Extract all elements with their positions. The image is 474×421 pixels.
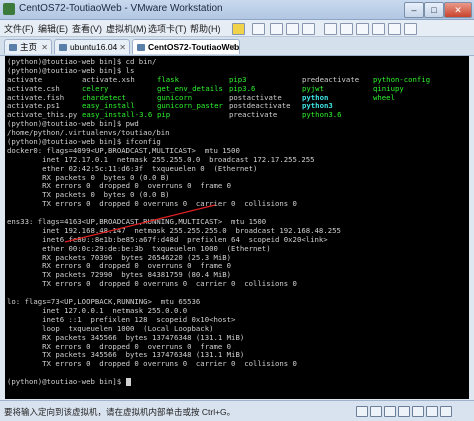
display-icon[interactable] xyxy=(440,406,452,417)
tab-label: CentOS72-ToutiaoWeb xyxy=(148,42,240,52)
tab-bar: 主页 ✕ ubuntu16.04 ✕ CentOS72-ToutiaoWeb ✕ xyxy=(0,37,474,56)
close-button[interactable]: ✕ xyxy=(444,2,472,18)
sound-icon[interactable] xyxy=(412,406,424,417)
cd-drive-icon[interactable] xyxy=(370,406,382,417)
terminal-line-text: inet6 fe80::8e1b:be85:a67f:d48d prefixle… xyxy=(7,234,328,244)
terminal-line-text: (python)@toutiao-web bin]$ ifconfig xyxy=(7,137,161,147)
menu-edit[interactable]: 编辑(E) xyxy=(38,22,68,35)
terminal-line-text: ens33: flags=4163<UP,BROADCAST,RUNNING,M… xyxy=(7,217,267,227)
console-view-icon[interactable] xyxy=(388,23,401,35)
minimize-button[interactable]: – xyxy=(404,2,424,18)
terminal-line-text: docker0: flags=4099<UP,BROADCAST,MULTICA… xyxy=(7,145,240,155)
terminal-line-text: inet 172.17.0.1 netmask 255.255.0.0 broa… xyxy=(7,154,315,164)
menu-tabs[interactable]: 选项卡(T) xyxy=(148,22,187,35)
tab-home[interactable]: 主页 ✕ xyxy=(4,39,52,54)
terminal-line-text: /home/python/.virtualenvs/toutiao/bin xyxy=(7,128,170,138)
menu-view[interactable]: 查看(V) xyxy=(72,22,102,35)
terminal-line-text: lo: flags=73<UP,LOOPBACK,RUNNING> mtu 65… xyxy=(7,297,201,307)
menu-help[interactable]: 帮助(H) xyxy=(190,22,221,35)
terminal-line-text: TX errors 0 dropped 0 overruns 0 carrier… xyxy=(7,199,297,209)
terminal-line-text: (python)@toutiao-web bin]$ pwd xyxy=(7,119,139,129)
printer-icon[interactable] xyxy=(426,406,438,417)
unity-icon[interactable] xyxy=(372,23,385,35)
terminal-line-text: inet 127.0.0.1 netmask 255.0.0.0 xyxy=(7,305,188,315)
ls-entry: easy_install-3.6 xyxy=(82,110,153,120)
terminal-line-text: RX errors 0 dropped 0 overruns 0 frame 0 xyxy=(7,261,232,271)
terminal-line-text: TX packets 345566 bytes 137476348 (131.1… xyxy=(7,350,245,360)
terminal-line-text: ether 00:0c:29:de:be:3b txqueuelen 1000 … xyxy=(7,243,271,253)
terminal-line-text: RX errors 0 dropped 0 overruns 0 frame 0 xyxy=(7,341,232,351)
terminal-line-text: RX packets 70396 bytes 26546220 (25.3 Mi… xyxy=(7,252,232,262)
menu-file[interactable]: 文件(F) xyxy=(4,22,34,35)
revert-snapshot-icon[interactable] xyxy=(286,23,299,35)
ls-entry: pip xyxy=(157,110,171,120)
vm-icon xyxy=(59,44,67,51)
tab-centos[interactable]: CentOS72-ToutiaoWeb ✕ xyxy=(132,39,240,54)
text-cursor xyxy=(125,378,131,387)
close-icon[interactable]: ✕ xyxy=(119,40,126,55)
maximize-button[interactable]: □ xyxy=(424,2,444,18)
vm-console[interactable]: (python)@toutiao-web bin]$ cd bin/(pytho… xyxy=(5,56,469,399)
vm-icon xyxy=(137,44,145,51)
terminal-line-text: TX packets 0 bytes 0 (0.0 B) xyxy=(7,190,170,200)
status-hint: 要将输入定向到该虚拟机，请在虚拟机内部单击或按 Ctrl+G。 xyxy=(4,407,236,417)
ls-entry: activate_this.py xyxy=(7,110,78,120)
terminal-line: TX errors 0 dropped 0 overruns 0 carrier… xyxy=(7,199,341,209)
ls-entry: python3.6 xyxy=(302,110,342,120)
terminal-line-text: TX packets 72990 bytes 84381759 (80.4 Mi… xyxy=(7,270,232,280)
fullscreen-icon[interactable] xyxy=(356,23,369,35)
snapshot-manager-icon[interactable] xyxy=(302,23,315,35)
menu-vm[interactable]: 虚拟机(M) xyxy=(106,22,147,35)
terminal-line-text: ether 02:42:5c:11:d6:3f txqueuelen 0 (Et… xyxy=(7,163,258,173)
status-bar: 要将输入定向到该虚拟机，请在虚拟机内部单击或按 Ctrl+G。 xyxy=(0,400,474,421)
terminal-line: TX errors 0 dropped 0 overruns 0 carrier… xyxy=(7,359,341,369)
terminal-line-text: RX errors 0 dropped 0 overruns 0 frame 0 xyxy=(7,181,232,191)
terminal-line-text: inet6 ::1 prefixlen 128 scopeid 0x10<hos… xyxy=(7,314,236,324)
terminal-line-text: TX errors 0 dropped 0 overruns 0 carrier… xyxy=(7,279,297,289)
terminal-line-text: TX errors 0 dropped 0 overruns 0 carrier… xyxy=(7,359,297,369)
snapshot-icon[interactable] xyxy=(270,23,283,35)
hard-disk-icon[interactable] xyxy=(356,406,368,417)
close-icon[interactable]: ✕ xyxy=(229,40,236,55)
menu-bar: 文件(F) 编辑(E) 查看(V) 虚拟机(M) 选项卡(T) 帮助(H) xyxy=(0,20,474,37)
terminal-line-text: RX packets 0 bytes 0 (0.0 B) xyxy=(7,172,170,182)
title-bar: CentOS72-ToutiaoWeb - VMware Workstation… xyxy=(0,0,474,20)
usb-icon[interactable] xyxy=(398,406,410,417)
tab-ubuntu[interactable]: ubuntu16.04 ✕ xyxy=(54,39,130,54)
home-icon xyxy=(9,44,17,51)
terminal-line: TX errors 0 dropped 0 overruns 0 carrier… xyxy=(7,279,341,289)
window-title: CentOS72-ToutiaoWeb - VMware Workstation xyxy=(19,3,223,14)
tab-label: ubuntu16.04 xyxy=(70,42,118,52)
terminal-line-text: (python)@toutiao-web bin]$ cd bin/ xyxy=(7,57,157,66)
close-icon[interactable]: ✕ xyxy=(41,40,48,55)
terminal-line-text: loop txqueuelen 1000 (Local Loopback) xyxy=(7,323,214,333)
ls-entry: preactivate xyxy=(229,110,278,120)
network-adapter-icon[interactable] xyxy=(384,406,396,417)
terminal-line-text: RX packets 345566 bytes 137476348 (131.1… xyxy=(7,332,245,342)
show-library-icon[interactable] xyxy=(324,23,337,35)
ls-output-row: activate_this.py easy_install-3.6 pip preac… xyxy=(7,110,342,120)
send-keys-icon[interactable] xyxy=(252,23,265,35)
terminal-line-text: (python)@toutiao-web bin]$ ls xyxy=(7,65,135,75)
terminal-line-text: inet 192.168.48.147 netmask 255.255.255.… xyxy=(7,225,341,235)
vmware-app-icon xyxy=(3,3,15,15)
power-icon[interactable] xyxy=(232,23,245,35)
terminal-output: (python)@toutiao-web bin]$ cd bin/(pytho… xyxy=(7,57,430,387)
stretch-icon[interactable] xyxy=(404,23,417,35)
shell-prompt: (python)@toutiao-web bin]$ xyxy=(7,377,341,387)
tab-label: 主页 xyxy=(20,42,38,52)
ls-entry: wheel xyxy=(373,92,395,102)
terminal-line-text: (python)@toutiao-web bin]$ xyxy=(7,377,126,387)
thumbnail-icon[interactable] xyxy=(340,23,353,35)
